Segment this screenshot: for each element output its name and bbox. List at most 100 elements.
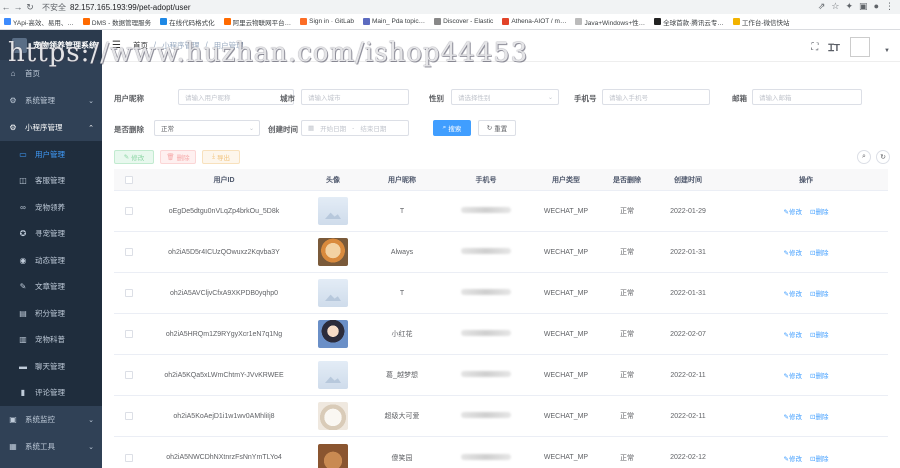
breadcrumb-miniapp: 小程序管理 — [162, 41, 200, 50]
row-delete-link[interactable]: ⊡删除 — [810, 453, 828, 463]
header-avatar: 头像 — [326, 176, 340, 184]
sidebar-item-monitor[interactable]: ▣ 系统监控 ⌄ — [0, 406, 102, 433]
bookmark-item[interactable]: 全球首款·腾讯云专… — [654, 17, 724, 27]
sidebar-item-comment[interactable]: ▮ 评论管理 — [0, 380, 102, 407]
sidebar-item-system[interactable]: ⚙ 系统管理 ⌄ — [0, 87, 102, 114]
browser-menu-icon[interactable]: ⋮ — [885, 1, 894, 12]
select-all-checkbox[interactable] — [125, 175, 133, 184]
toggle-search-button[interactable]: ⌕ — [857, 150, 871, 164]
delete-button[interactable]: 🗑 删除 — [160, 150, 196, 164]
refresh-button[interactable]: ↻ — [876, 150, 890, 164]
breadcrumb-home[interactable]: 首页 — [133, 40, 148, 51]
phone-masked — [461, 248, 511, 254]
phone-masked — [461, 330, 511, 336]
row-delete-link[interactable]: ⊡删除 — [810, 247, 828, 257]
sidebar-logo[interactable]: 宠物领养管理系统 — [0, 30, 102, 60]
row-edit-link[interactable]: ✎修改 — [784, 288, 802, 298]
bookmark-item[interactable]: Discover - Elastic — [434, 18, 493, 25]
row-edit-link[interactable]: ✎修改 — [784, 329, 802, 339]
date-range-picker[interactable]: ▦ 开始日期 - 结束日期 — [301, 120, 409, 136]
header-actions: 操作 — [799, 176, 813, 184]
row-delete-link[interactable]: ⊡删除 — [810, 206, 828, 216]
row-checkbox[interactable] — [125, 330, 133, 338]
deleted-status: 正常 — [620, 249, 634, 256]
share-icon[interactable]: ⇗ — [818, 1, 826, 12]
browser-address-bar: ← → ↻ 不安全 82.157.165.193:99/pet-adopt/us… — [0, 0, 900, 14]
email-input[interactable]: 请输入邮箱 — [752, 89, 862, 105]
bookmark-item[interactable]: 在线代码格式化 — [160, 17, 215, 27]
sidebar-item-find-pet[interactable]: ✪ 寻宠管理 — [0, 221, 102, 248]
sidebar-item-adopt[interactable]: ∞ 宠物领养 — [0, 194, 102, 221]
row-checkbox[interactable] — [125, 453, 133, 462]
monitor-icon: ▣ — [9, 415, 17, 424]
created-time: 2022-01-29 — [670, 207, 706, 215]
sidebar-item-service[interactable]: ◫ 客服管理 — [0, 168, 102, 195]
back-icon[interactable]: ← — [0, 2, 12, 12]
city-input[interactable]: 请输入城市 — [301, 89, 409, 105]
row-edit-link[interactable]: ✎修改 — [784, 206, 802, 216]
row-checkbox[interactable] — [125, 371, 133, 379]
gear-icon: ⚙ — [9, 96, 17, 105]
row-delete-link[interactable]: ⊡删除 — [810, 288, 828, 298]
bookmark-item[interactable]: Sign in · GitLab — [300, 18, 354, 25]
edit-button[interactable]: ✎ 修改 — [114, 150, 154, 164]
forward-icon[interactable]: → — [12, 2, 24, 12]
created-time: 2022-01-31 — [670, 248, 706, 256]
breadcrumb: 首页 / 小程序管理 / 用户管理 — [133, 40, 244, 51]
sidebar-item-dynamic[interactable]: ◉ 动态管理 — [0, 247, 102, 274]
avatar-image — [318, 197, 348, 225]
extension-icon[interactable]: ✦ — [846, 1, 854, 12]
sidebar-item-miniapp[interactable]: ⚙ 小程序管理 ⌃ — [0, 114, 102, 141]
row-delete-link[interactable]: ⊡删除 — [810, 329, 828, 339]
search-icon: ⌕ — [442, 124, 447, 131]
hamburger-icon[interactable]: ☰ — [112, 40, 121, 51]
deleted-select[interactable]: 正常 ⌄ — [154, 120, 260, 136]
sidebar-item-user-manage[interactable]: ▭ 用户管理 — [0, 141, 102, 168]
sidepanel-icon[interactable]: ▣ — [859, 1, 868, 12]
search-button[interactable]: ⌕ 搜索 — [433, 120, 471, 136]
fullscreen-icon[interactable]: ⛶ — [811, 42, 818, 53]
header-nickname: 用户昵称 — [388, 176, 416, 184]
row-edit-link[interactable]: ✎修改 — [784, 370, 802, 380]
row-checkbox[interactable] — [125, 207, 133, 215]
export-button[interactable]: ⤓ 导出 — [202, 150, 240, 164]
bookmark-item[interactable]: Java+Windows+性… — [575, 17, 645, 27]
sidebar-submenu: ▭ 用户管理 ◫ 客服管理 ∞ 宠物领养 ✪ 寻宠管理 ◉ 动态管理 ✎ 文章管… — [0, 141, 102, 406]
sidebar-item-home[interactable]: ⌂ 首页 — [0, 60, 102, 87]
sidebar-item-science[interactable]: ▥ 宠物科普 — [0, 327, 102, 354]
sidebar-item-points[interactable]: ▤ 积分管理 — [0, 300, 102, 327]
gender-select[interactable]: 请选择性别 ⌄ — [451, 89, 559, 105]
user-avatar[interactable] — [850, 37, 870, 57]
gear-icon: ⚙ — [9, 123, 17, 132]
font-size-icon[interactable]: ꞮT — [828, 40, 840, 54]
reload-icon[interactable]: ↻ — [24, 2, 36, 13]
bookmark-item[interactable]: Main_ Pda topic… — [362, 18, 425, 25]
bookmark-item[interactable]: Athena-AIOT / m… — [502, 18, 566, 25]
row-edit-link[interactable]: ✎修改 — [784, 411, 802, 421]
row-delete-link[interactable]: ⊡删除 — [810, 370, 828, 380]
sidebar-item-chat[interactable]: ▬ 聊天管理 — [0, 353, 102, 380]
chevron-down-icon: ⌄ — [248, 125, 254, 132]
avatar-image — [318, 238, 348, 266]
insecure-warning[interactable]: 不安全 — [42, 2, 66, 13]
bookmark-star-icon[interactable]: ☆ — [831, 1, 839, 12]
profile-icon[interactable]: ● — [874, 1, 879, 12]
row-checkbox[interactable] — [125, 412, 133, 420]
caret-down-icon[interactable]: ▼ — [884, 48, 890, 54]
user-type: WECHAT_MP — [543, 248, 589, 256]
row-edit-link[interactable]: ✎修改 — [784, 247, 802, 257]
row-checkbox[interactable] — [125, 289, 133, 297]
sidebar-item-tools[interactable]: ▦ 系统工具 ⌄ — [0, 433, 102, 460]
row-checkbox[interactable] — [125, 248, 133, 256]
nickname-input[interactable]: 请输入用户昵称 — [178, 89, 294, 105]
phone-input[interactable]: 请输入手机号 — [602, 89, 710, 105]
row-delete-link[interactable]: ⊡删除 — [810, 411, 828, 421]
row-edit-link[interactable]: ✎修改 — [784, 453, 802, 463]
bookmark-item[interactable]: 工作台-微信快站 — [732, 17, 790, 27]
url-text[interactable]: 82.157.165.193:99/pet-adopt/user — [70, 3, 191, 12]
reset-button[interactable]: ↻ 重置 — [478, 120, 516, 136]
bookmark-item[interactable]: DMS - 数据管理服务 — [82, 17, 151, 27]
bookmark-item[interactable]: 阿里云物联网平台… — [223, 17, 291, 27]
bookmark-item[interactable]: YApi-高效、易用、… — [4, 17, 74, 27]
sidebar-item-article[interactable]: ✎ 文章管理 — [0, 274, 102, 301]
